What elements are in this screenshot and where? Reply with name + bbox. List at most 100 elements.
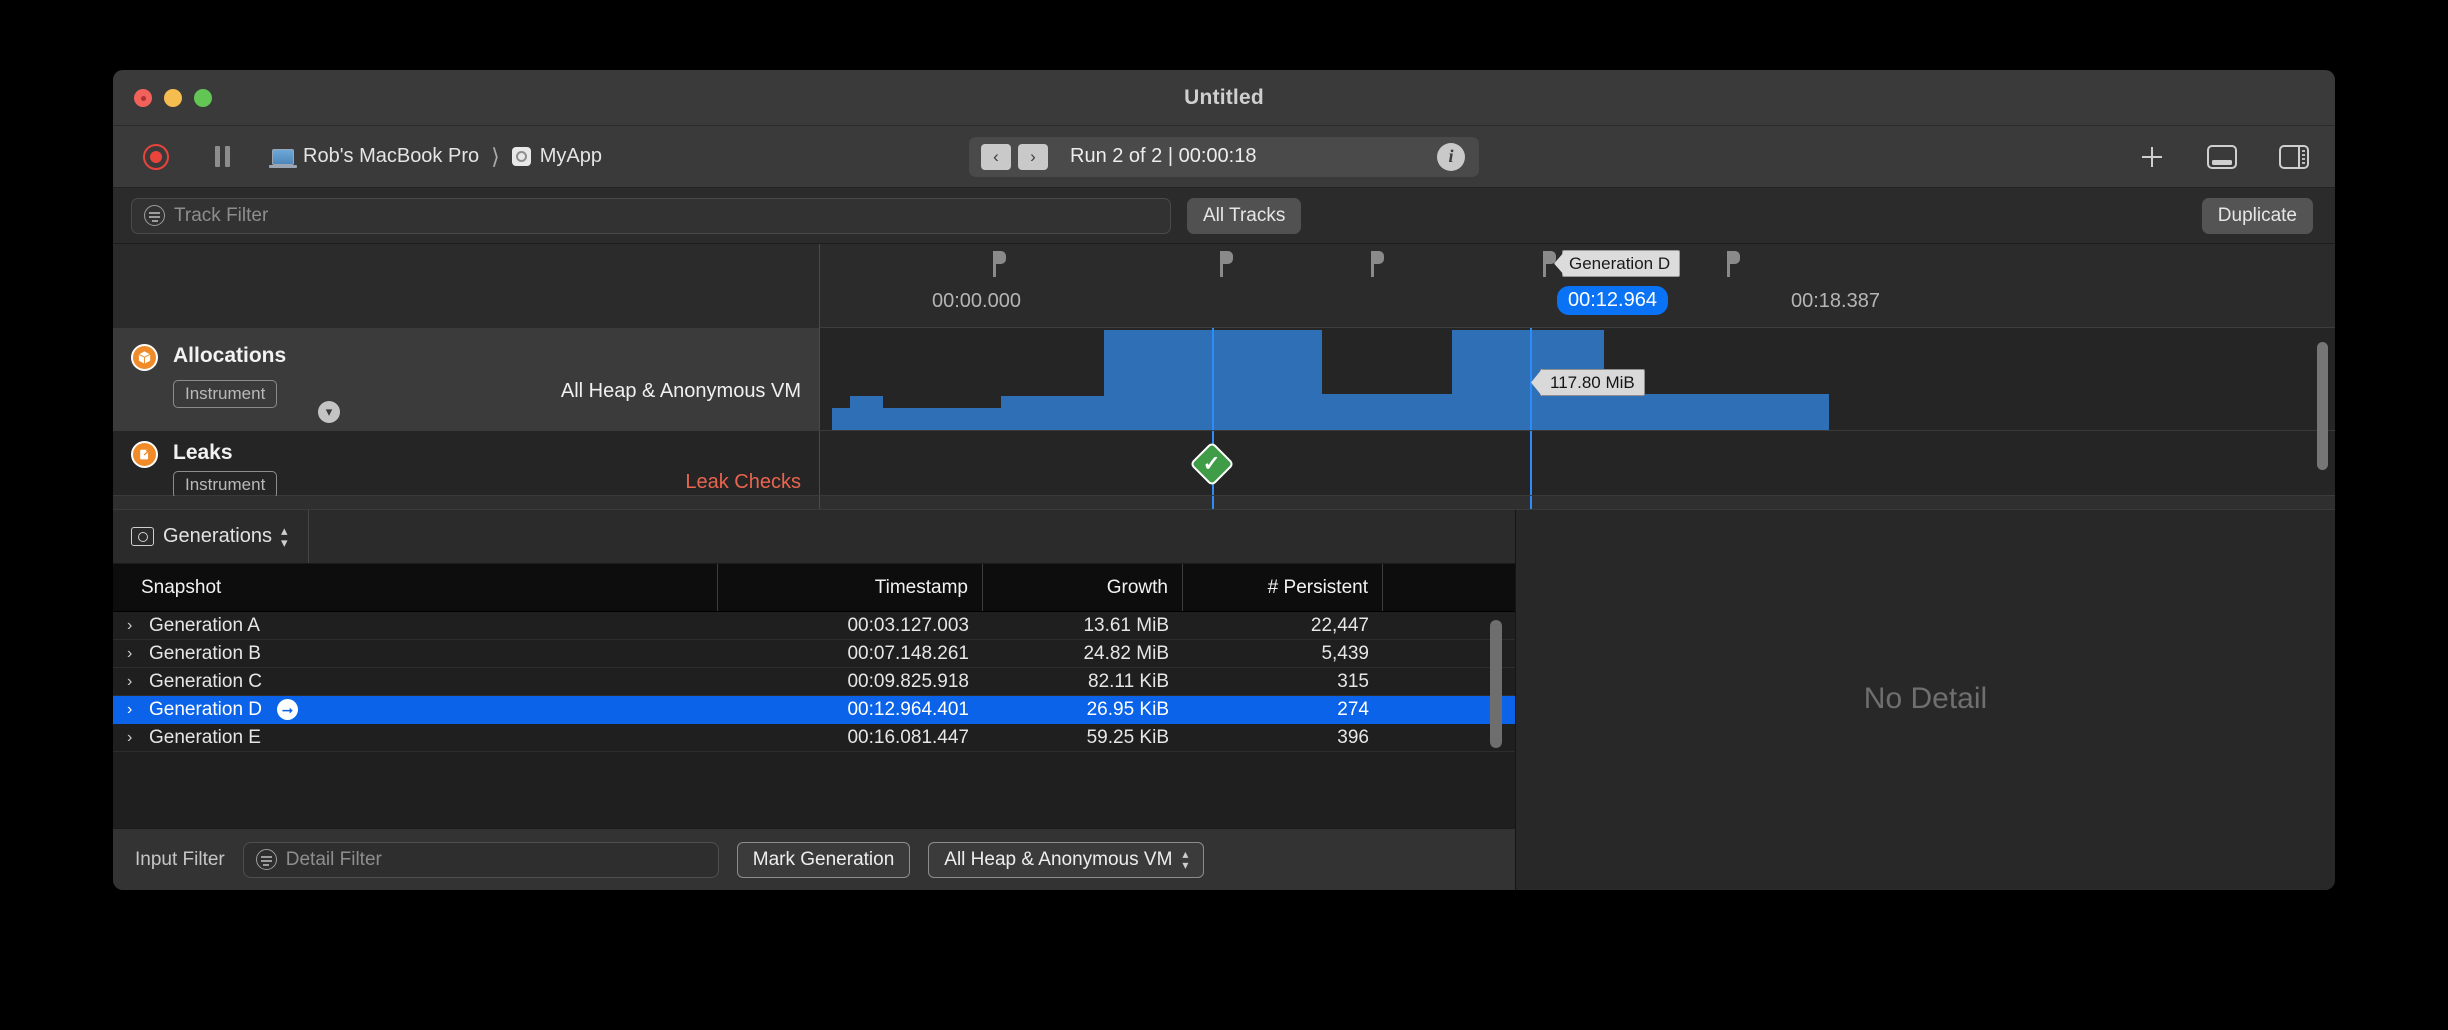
chevron-updown-icon: ▴ ▾ xyxy=(1182,846,1189,872)
timeline: Generation D 00:00.000 00:12.964 00:18.3… xyxy=(113,244,2335,510)
disclosure-chevron-icon[interactable]: › xyxy=(127,701,141,719)
input-filter-label: Input Filter xyxy=(135,848,225,870)
run-stepper: ‹ › xyxy=(981,143,1048,170)
chevron-right-icon: ⟩ xyxy=(491,143,500,169)
playhead-marker[interactable] xyxy=(1212,496,1214,509)
jump-to-generation-icon[interactable]: ➞ xyxy=(277,699,299,720)
cell-timestamp: 00:16.081.447 xyxy=(847,726,969,748)
column-header-persistent[interactable]: # Persistent xyxy=(1183,564,1383,611)
title-bar: Untitled xyxy=(113,70,2335,126)
cell-snapshot: › Generation D ➞ xyxy=(113,696,718,723)
column-header-snapshot[interactable]: Snapshot xyxy=(113,564,718,611)
track-row-leaks[interactable]: Leaks Instrument Leak Checks ✓ xyxy=(113,431,2335,499)
cell-persistent: 396 xyxy=(1337,726,1369,748)
cell-growth: 26.95 KiB xyxy=(1086,698,1169,720)
info-icon[interactable]: i xyxy=(1437,142,1465,171)
snapshot-name: Generation B xyxy=(149,642,261,664)
instrument-chip-leaks[interactable]: Instrument xyxy=(173,471,278,499)
camera-icon xyxy=(131,527,154,546)
playhead-selected[interactable] xyxy=(1530,431,1532,495)
generation-flag[interactable] xyxy=(1371,251,1384,277)
leak-check-pass-icon[interactable]: ✓ xyxy=(1189,441,1235,487)
graph-segment xyxy=(1001,396,1104,430)
input-filter-bar: Input Filter Detail Filter Mark Generati… xyxy=(113,828,1515,890)
generation-flag[interactable] xyxy=(1543,251,1556,277)
playhead-marker[interactable] xyxy=(1212,328,1214,430)
bottom-panel-icon[interactable] xyxy=(2207,144,2237,169)
timeline-empty-graph xyxy=(820,496,2335,509)
cell-timestamp: 00:07.148.261 xyxy=(847,642,969,664)
playhead-selected[interactable] xyxy=(1530,496,1532,509)
add-icon[interactable] xyxy=(2139,144,2165,170)
generation-marker-label[interactable]: Generation D xyxy=(1562,250,1681,277)
table-row[interactable]: › Generation B 00:07.148.261 24.82 MiB 5… xyxy=(113,640,1515,668)
table-row[interactable]: › Generation E 00:16.081.447 59.25 KiB 3… xyxy=(113,724,1515,752)
track-filter-input[interactable]: Track Filter xyxy=(131,197,1171,234)
detail-area: Generations ▴ ▾ Snapshot Timestamp Growth… xyxy=(113,510,2335,890)
previous-run-button[interactable]: ‹ xyxy=(981,143,1011,170)
column-header-timestamp[interactable]: Timestamp xyxy=(718,564,983,611)
scope-popup-button[interactable]: All Heap & Anonymous VM ▴ ▾ xyxy=(928,841,1205,878)
playhead-selected[interactable] xyxy=(1530,328,1532,430)
detail-inspector-pane: No Detail xyxy=(1516,510,2335,890)
generation-flag[interactable] xyxy=(993,251,1006,277)
chevron-updown-icon[interactable]: ▴ ▾ xyxy=(281,524,288,548)
graph-segment xyxy=(1322,394,1452,430)
pause-icon xyxy=(215,146,220,167)
filter-icon xyxy=(144,205,165,226)
record-button[interactable] xyxy=(143,143,169,170)
generation-flag[interactable] xyxy=(1220,251,1233,277)
graph-segment xyxy=(850,396,883,430)
right-panel-icon[interactable] xyxy=(2279,144,2309,169)
track-title-leaks: Leaks xyxy=(173,441,233,464)
generations-vertical-scrollbar[interactable] xyxy=(1490,620,1502,748)
track-header-allocations: Allocations Instrument ▾ All Heap & Anon… xyxy=(113,328,820,430)
leaks-graph[interactable]: ✓ xyxy=(820,431,2335,495)
ruler-tick-selected: 00:12.964 xyxy=(1557,286,1668,315)
mark-generation-button[interactable]: Mark Generation xyxy=(736,841,911,878)
cell-persistent: 5,439 xyxy=(1321,642,1369,664)
breadcrumb-device[interactable]: Rob's MacBook Pro xyxy=(303,145,479,168)
allocations-value-tooltip: 117.80 MiB xyxy=(1540,369,1645,396)
pause-button[interactable] xyxy=(215,146,230,167)
graph-segment xyxy=(1604,394,1829,430)
column-header-growth[interactable]: Growth xyxy=(983,564,1183,611)
table-row[interactable]: › Generation C 00:09.825.918 82.11 KiB 3… xyxy=(113,668,1515,696)
allocations-graph[interactable]: 117.80 MiB xyxy=(820,328,2335,430)
track-row-allocations[interactable]: Allocations Instrument ▾ All Heap & Anon… xyxy=(113,328,2335,470)
no-detail-placeholder: No Detail xyxy=(1863,682,1988,715)
track-filter-bar: Track Filter All Tracks Duplicate xyxy=(113,188,2335,244)
track-filter-placeholder: Track Filter xyxy=(174,204,269,226)
record-icon xyxy=(150,150,162,163)
generation-flag[interactable] xyxy=(1727,251,1740,277)
breadcrumb-app[interactable]: MyApp xyxy=(540,145,602,168)
allocations-cube-icon xyxy=(131,344,158,371)
generations-pane: Generations ▴ ▾ Snapshot Timestamp Growth… xyxy=(113,510,1516,890)
window-title: Untitled xyxy=(1184,86,1264,109)
disclosure-chevron-icon[interactable]: › xyxy=(127,729,141,747)
table-row[interactable]: › Generation A 00:03.127.003 13.61 MiB 2… xyxy=(113,612,1515,640)
leaks-icon xyxy=(131,441,158,468)
cell-growth: 82.11 KiB xyxy=(1088,670,1169,692)
cell-persistent: 274 xyxy=(1337,698,1369,720)
detail-filter-placeholder: Detail Filter xyxy=(285,848,382,870)
all-tracks-button[interactable]: All Tracks xyxy=(1187,197,1302,234)
instruments-window: Untitled Rob's MacBook Pro ⟩ MyApp ‹ › R… xyxy=(113,70,2335,890)
timeline-ruler[interactable]: Generation D 00:00.000 00:12.964 00:18.3… xyxy=(113,244,2335,328)
disclosure-chevron-icon[interactable]: › xyxy=(127,673,141,691)
chevron-down-icon[interactable]: ▾ xyxy=(318,401,340,423)
cell-snapshot: › Generation A xyxy=(113,612,718,639)
duplicate-button[interactable]: Duplicate xyxy=(2201,197,2313,234)
cell-persistent: 315 xyxy=(1337,670,1369,692)
table-row-selected[interactable]: › Generation D ➞ 00:12.964.401 26.95 KiB… xyxy=(113,696,1515,724)
cell-snapshot: › Generation B xyxy=(113,640,718,667)
breadcrumb: Rob's MacBook Pro ⟩ MyApp xyxy=(269,143,602,170)
instrument-chip-allocations[interactable]: Instrument xyxy=(173,380,278,408)
detail-filter-input[interactable]: Detail Filter xyxy=(242,841,719,878)
cell-snapshot: › Generation E xyxy=(113,724,718,751)
snapshot-name: Generation C xyxy=(149,670,263,692)
next-run-button[interactable]: › xyxy=(1018,143,1048,170)
disclosure-chevron-icon[interactable]: › xyxy=(127,645,141,663)
generations-tab[interactable]: Generations ▴ ▾ xyxy=(113,510,309,563)
disclosure-chevron-icon[interactable]: › xyxy=(127,617,141,635)
